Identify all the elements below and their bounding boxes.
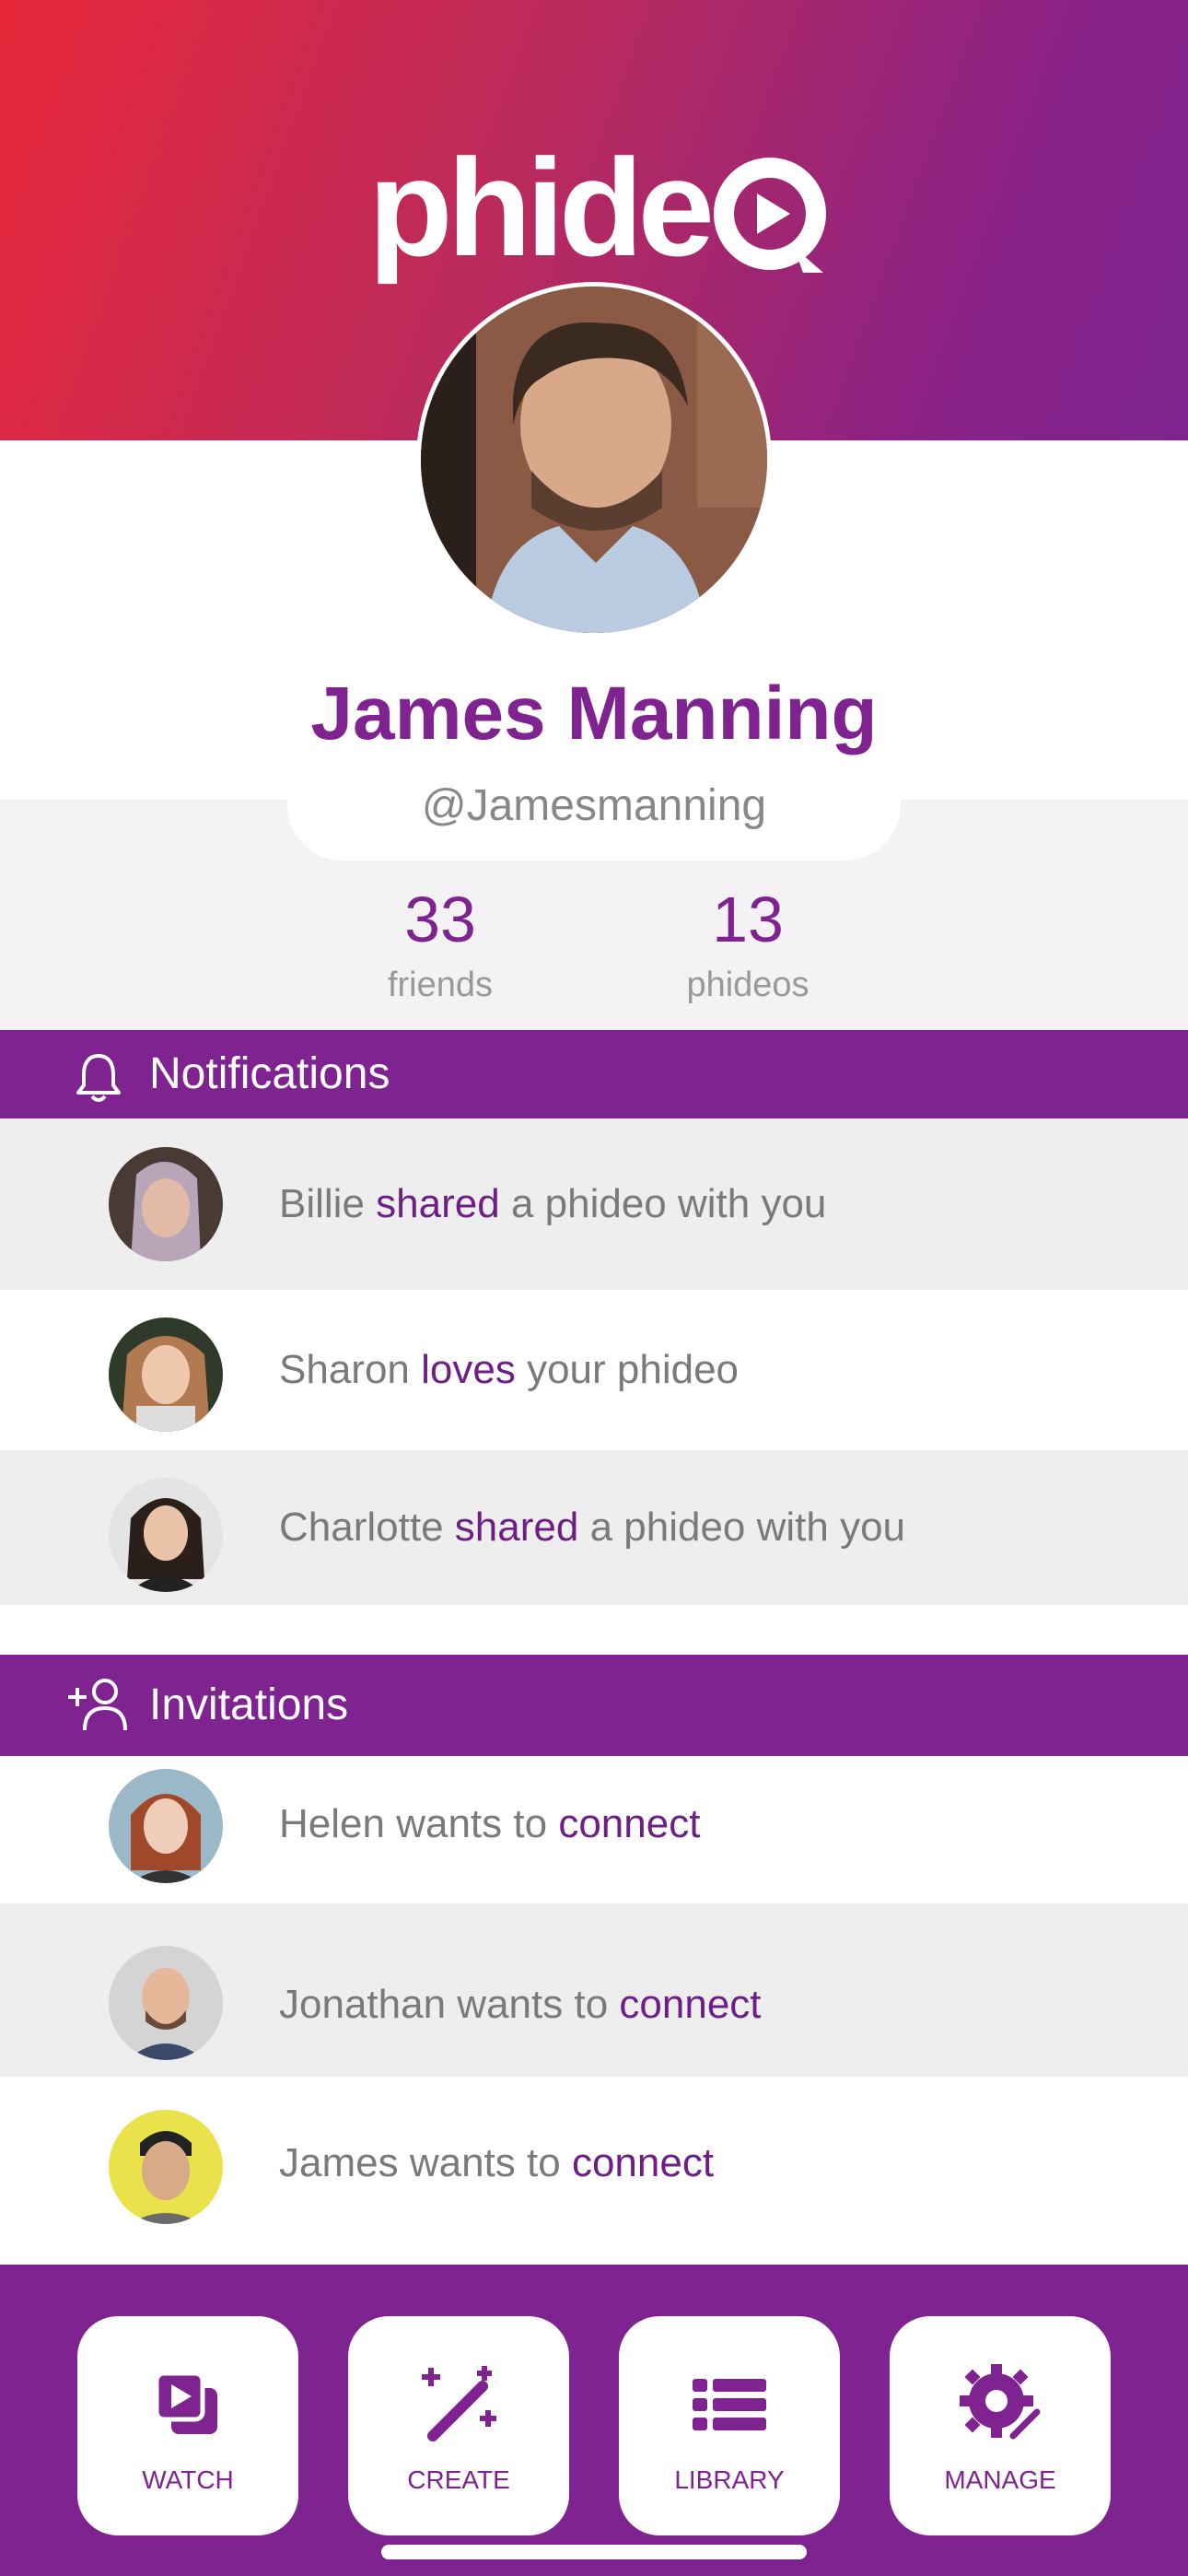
notification-text: Charlotte shared a phideo with you: [279, 1505, 906, 1550]
stat-friends-value: 33: [404, 884, 476, 955]
logo-wordmark: phide: [368, 130, 715, 285]
manage-icon: [960, 2364, 1043, 2442]
notification-text: Billie shared a phideo with you: [279, 1181, 827, 1226]
invitation-item[interactable]: Jonathan wants to connect: [0, 1903, 1188, 2077]
avatar-james: [109, 2110, 223, 2224]
avatar-sharon: [109, 1317, 223, 1432]
invitation-text: James wants to connect: [279, 2140, 715, 2185]
create-icon: [422, 2366, 496, 2441]
notification-item[interactable]: Charlotte shared a phideo with you: [0, 1450, 1188, 1605]
library-icon: [693, 2379, 766, 2430]
phideo-logo: phide: [368, 138, 829, 276]
profile-photo: [421, 287, 767, 633]
avatar-billie: [109, 1147, 223, 1261]
profile-name: James Manning: [310, 672, 878, 755]
invitation-text: Helen wants to connect: [279, 1801, 701, 1846]
nav-watch-button[interactable]: WATCH: [77, 2316, 298, 2535]
invitations-title: Invitations: [149, 1680, 349, 1729]
invitation-text: Jonathan wants to connect: [279, 1982, 762, 2027]
nav-manage-button[interactable]: MANAGE: [890, 2316, 1111, 2535]
notification-item[interactable]: Billie shared a phideo with you: [0, 1118, 1188, 1290]
nav-library-label: LIBRARY: [674, 2465, 785, 2494]
invitations-header: Invitations: [0, 1655, 1188, 1756]
home-indicator[interactable]: [381, 2545, 807, 2559]
profile-handle: @Jamesmanning: [421, 781, 767, 830]
logo-play-circle-icon: [714, 158, 826, 273]
invitation-item[interactable]: Helen wants to connect: [0, 1756, 1188, 1903]
bell-icon: [76, 1054, 121, 1102]
nav-create-label: CREATE: [407, 2465, 510, 2494]
nav-create-button[interactable]: CREATE: [348, 2316, 569, 2535]
notifications-title: Notifications: [149, 1049, 390, 1098]
stat-friends-label: friends: [387, 966, 494, 1004]
notifications-header: Notifications: [0, 1030, 1188, 1118]
profile-avatar[interactable]: [416, 282, 772, 638]
add-user-icon: [68, 1679, 127, 1731]
nav-watch-label: WATCH: [142, 2465, 234, 2494]
nav-manage-label: MANAGE: [944, 2465, 1056, 2494]
avatar-jonathan: [109, 1946, 223, 2060]
watch-icon: [154, 2371, 217, 2434]
notification-text: Sharon loves your phideo: [279, 1347, 740, 1392]
nav-library-button[interactable]: LIBRARY: [619, 2316, 840, 2535]
stat-phideos-label: phideos: [686, 966, 809, 1004]
avatar-helen: [109, 1769, 223, 1883]
notification-item[interactable]: Sharon loves your phideo: [0, 1290, 1188, 1450]
stat-phideos-value: 13: [712, 884, 784, 955]
invitation-item[interactable]: James wants to connect: [0, 2077, 1188, 2265]
avatar-charlotte: [109, 1478, 223, 1592]
